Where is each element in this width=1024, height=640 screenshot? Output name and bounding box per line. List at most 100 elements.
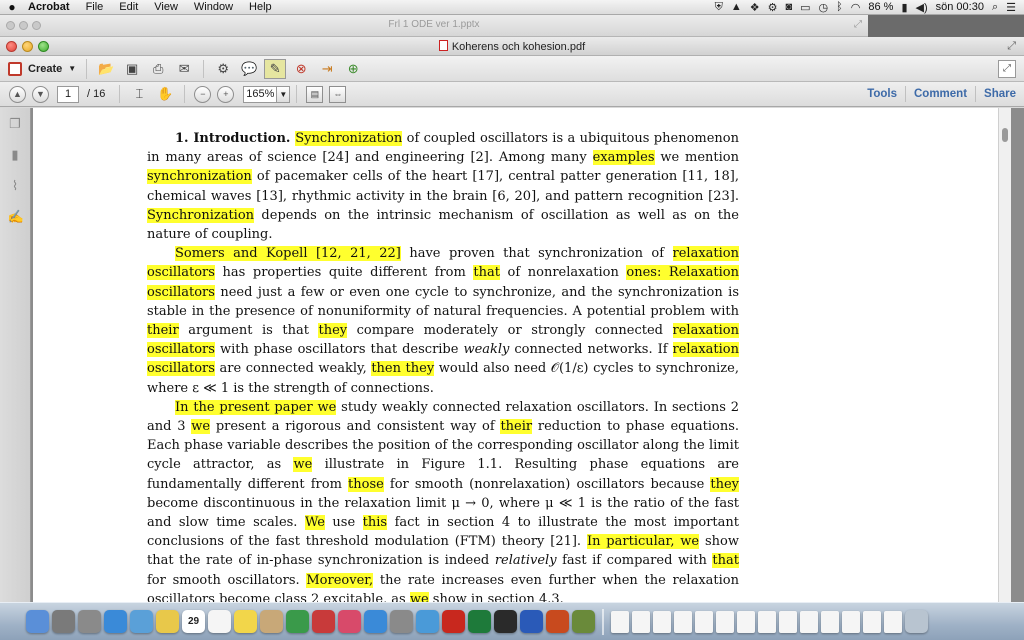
scrollbar-thumb[interactable] — [1002, 128, 1008, 142]
zoom-dropdown-icon[interactable]: ▼ — [277, 85, 291, 103]
safari-icon[interactable] — [104, 610, 127, 633]
gear-icon[interactable]: ⚙ — [768, 1, 778, 14]
select-tool-icon[interactable]: ⌶ — [128, 84, 150, 104]
menu-window[interactable]: Window — [186, 1, 241, 13]
zoom-out-button[interactable]: − — [194, 85, 212, 103]
launchpad-icon[interactable] — [52, 610, 75, 633]
document-icon[interactable] — [884, 610, 902, 633]
document-icon[interactable] — [758, 610, 776, 633]
create-button[interactable]: Create ▼ — [8, 58, 88, 79]
document-icon[interactable] — [779, 610, 797, 633]
document-icon[interactable] — [842, 610, 860, 633]
excel-icon[interactable] — [468, 610, 491, 633]
document-icon[interactable] — [821, 610, 839, 633]
menu-acrobat[interactable]: Acrobat — [24, 1, 78, 13]
notes-icon[interactable] — [156, 610, 179, 633]
zoom-level-input[interactable]: 165% — [243, 85, 278, 103]
photos-icon[interactable] — [416, 610, 439, 633]
volume-icon[interactable]: ◀) — [916, 1, 928, 14]
vertical-scrollbar[interactable] — [998, 108, 1011, 602]
panel-links: Tools Comment Share — [859, 82, 1024, 106]
document-icon[interactable] — [737, 610, 755, 633]
document-icon[interactable] — [695, 610, 713, 633]
contacts-icon[interactable] — [260, 610, 283, 633]
print-icon[interactable]: ⎙ — [147, 59, 169, 79]
fullscreen-mode-icon[interactable]: ⤢ — [998, 59, 1016, 78]
comment-panel-link[interactable]: Comment — [905, 86, 975, 102]
fullscreen-icon[interactable]: ⤢ — [1007, 40, 1016, 53]
settings-icon[interactable]: ⚙ — [212, 59, 234, 79]
bluetooth-icon[interactable]: ᛒ — [836, 1, 843, 13]
document-icon[interactable] — [611, 610, 629, 633]
facetime-icon[interactable] — [286, 610, 309, 633]
delete-pages-icon[interactable]: ⊗ — [290, 59, 312, 79]
powerpoint-icon[interactable] — [546, 610, 569, 633]
stickies-icon[interactable] — [234, 610, 257, 633]
highlight-icon[interactable]: ✎ — [264, 58, 287, 79]
wifi-icon[interactable]: ◠ — [851, 1, 861, 14]
save-icon[interactable]: ▣ — [121, 59, 143, 79]
calendar-icon[interactable]: 29 — [182, 610, 205, 633]
previous-page-button[interactable]: ▲ — [9, 85, 26, 103]
display-icon[interactable]: ▭ — [800, 1, 810, 14]
document-area: ❐ ▮ ⌇ ✍ 1. Introduction. Synchronization… — [0, 108, 1024, 602]
insert-pages-icon[interactable]: ⊕ — [342, 59, 364, 79]
email-icon[interactable]: ✉ — [173, 59, 195, 79]
acrobat-icon[interactable] — [442, 610, 465, 633]
document-icon[interactable] — [800, 610, 818, 633]
document-icon[interactable] — [716, 610, 734, 633]
reminders-icon[interactable] — [208, 610, 231, 633]
page-thumbnails-icon[interactable]: ❐ — [8, 116, 23, 131]
preview-icon[interactable] — [130, 610, 153, 633]
word-icon[interactable] — [520, 610, 543, 633]
title-bar[interactable]: Koherens och kohesion.pdf ⤢ — [0, 37, 1024, 56]
comment-bubble-icon[interactable]: 💬 — [238, 59, 260, 79]
itunes-icon[interactable] — [338, 610, 361, 633]
misc-app-icon[interactable] — [572, 610, 595, 633]
fit-width-icon[interactable]: ⇔ — [329, 85, 347, 103]
menu-help[interactable]: Help — [241, 1, 280, 13]
activity-monitor-icon[interactable] — [494, 610, 517, 633]
clock[interactable]: sön 00:30 — [936, 1, 984, 13]
share-panel-link[interactable]: Share — [975, 86, 1024, 102]
bookmarks-icon[interactable]: ▮ — [8, 147, 23, 162]
hand-tool-icon[interactable]: ✋ — [154, 84, 176, 104]
fullscreen-icon[interactable]: ⤢ — [854, 19, 862, 30]
page-number-input[interactable]: 1 — [57, 85, 79, 103]
tools-panel-link[interactable]: Tools — [859, 86, 905, 102]
apple-menu-icon[interactable]: ● — [0, 0, 24, 14]
shield-icon[interactable]: ⛨ — [715, 1, 723, 14]
document-icon[interactable] — [632, 610, 650, 633]
background-window[interactable]: Frl 1 ODE ver 1.pptx ⤢ — [0, 15, 868, 37]
system-prefs-icon[interactable] — [78, 610, 101, 633]
photobooth-icon[interactable] — [312, 610, 335, 633]
appstore-icon[interactable] — [364, 610, 387, 633]
next-page-button[interactable]: ▼ — [32, 85, 49, 103]
fit-page-icon[interactable]: ▤ — [306, 85, 324, 103]
finder-icon[interactable] — [26, 610, 49, 633]
document-icon[interactable] — [674, 610, 692, 633]
attachments-icon[interactable]: ⌇ — [8, 178, 23, 193]
systemprefs2-icon[interactable] — [390, 610, 413, 633]
zoom-in-button[interactable]: + — [217, 85, 235, 103]
text-run: compare moderately or strongly connected — [347, 323, 673, 339]
time-machine-icon[interactable]: ◷ — [819, 1, 829, 14]
drive-icon[interactable]: ▲ — [731, 1, 742, 13]
open-folder-icon[interactable]: 📂 — [95, 59, 117, 79]
menu-view[interactable]: View — [146, 1, 186, 13]
highlighted-text: their — [500, 419, 533, 435]
extract-pages-icon[interactable]: ⇥ — [316, 59, 338, 79]
signatures-icon[interactable]: ✍ — [8, 209, 24, 224]
menu-edit[interactable]: Edit — [111, 1, 146, 13]
camera-icon[interactable]: ◙ — [785, 1, 792, 13]
spotlight-icon[interactable]: ⌕ — [992, 1, 998, 14]
menu-file[interactable]: File — [78, 1, 112, 13]
notification-icon[interactable]: ☰ — [1006, 1, 1016, 14]
trash-icon[interactable] — [905, 610, 928, 633]
battery-icon[interactable]: ▮ — [901, 1, 907, 14]
document-icon[interactable] — [653, 610, 671, 633]
document-icon[interactable] — [863, 610, 881, 633]
dock-divider — [602, 608, 604, 635]
dropbox-icon[interactable]: ❖ — [750, 1, 760, 14]
pdf-page[interactable]: 1. Introduction. Synchronization of coup… — [33, 108, 1011, 602]
